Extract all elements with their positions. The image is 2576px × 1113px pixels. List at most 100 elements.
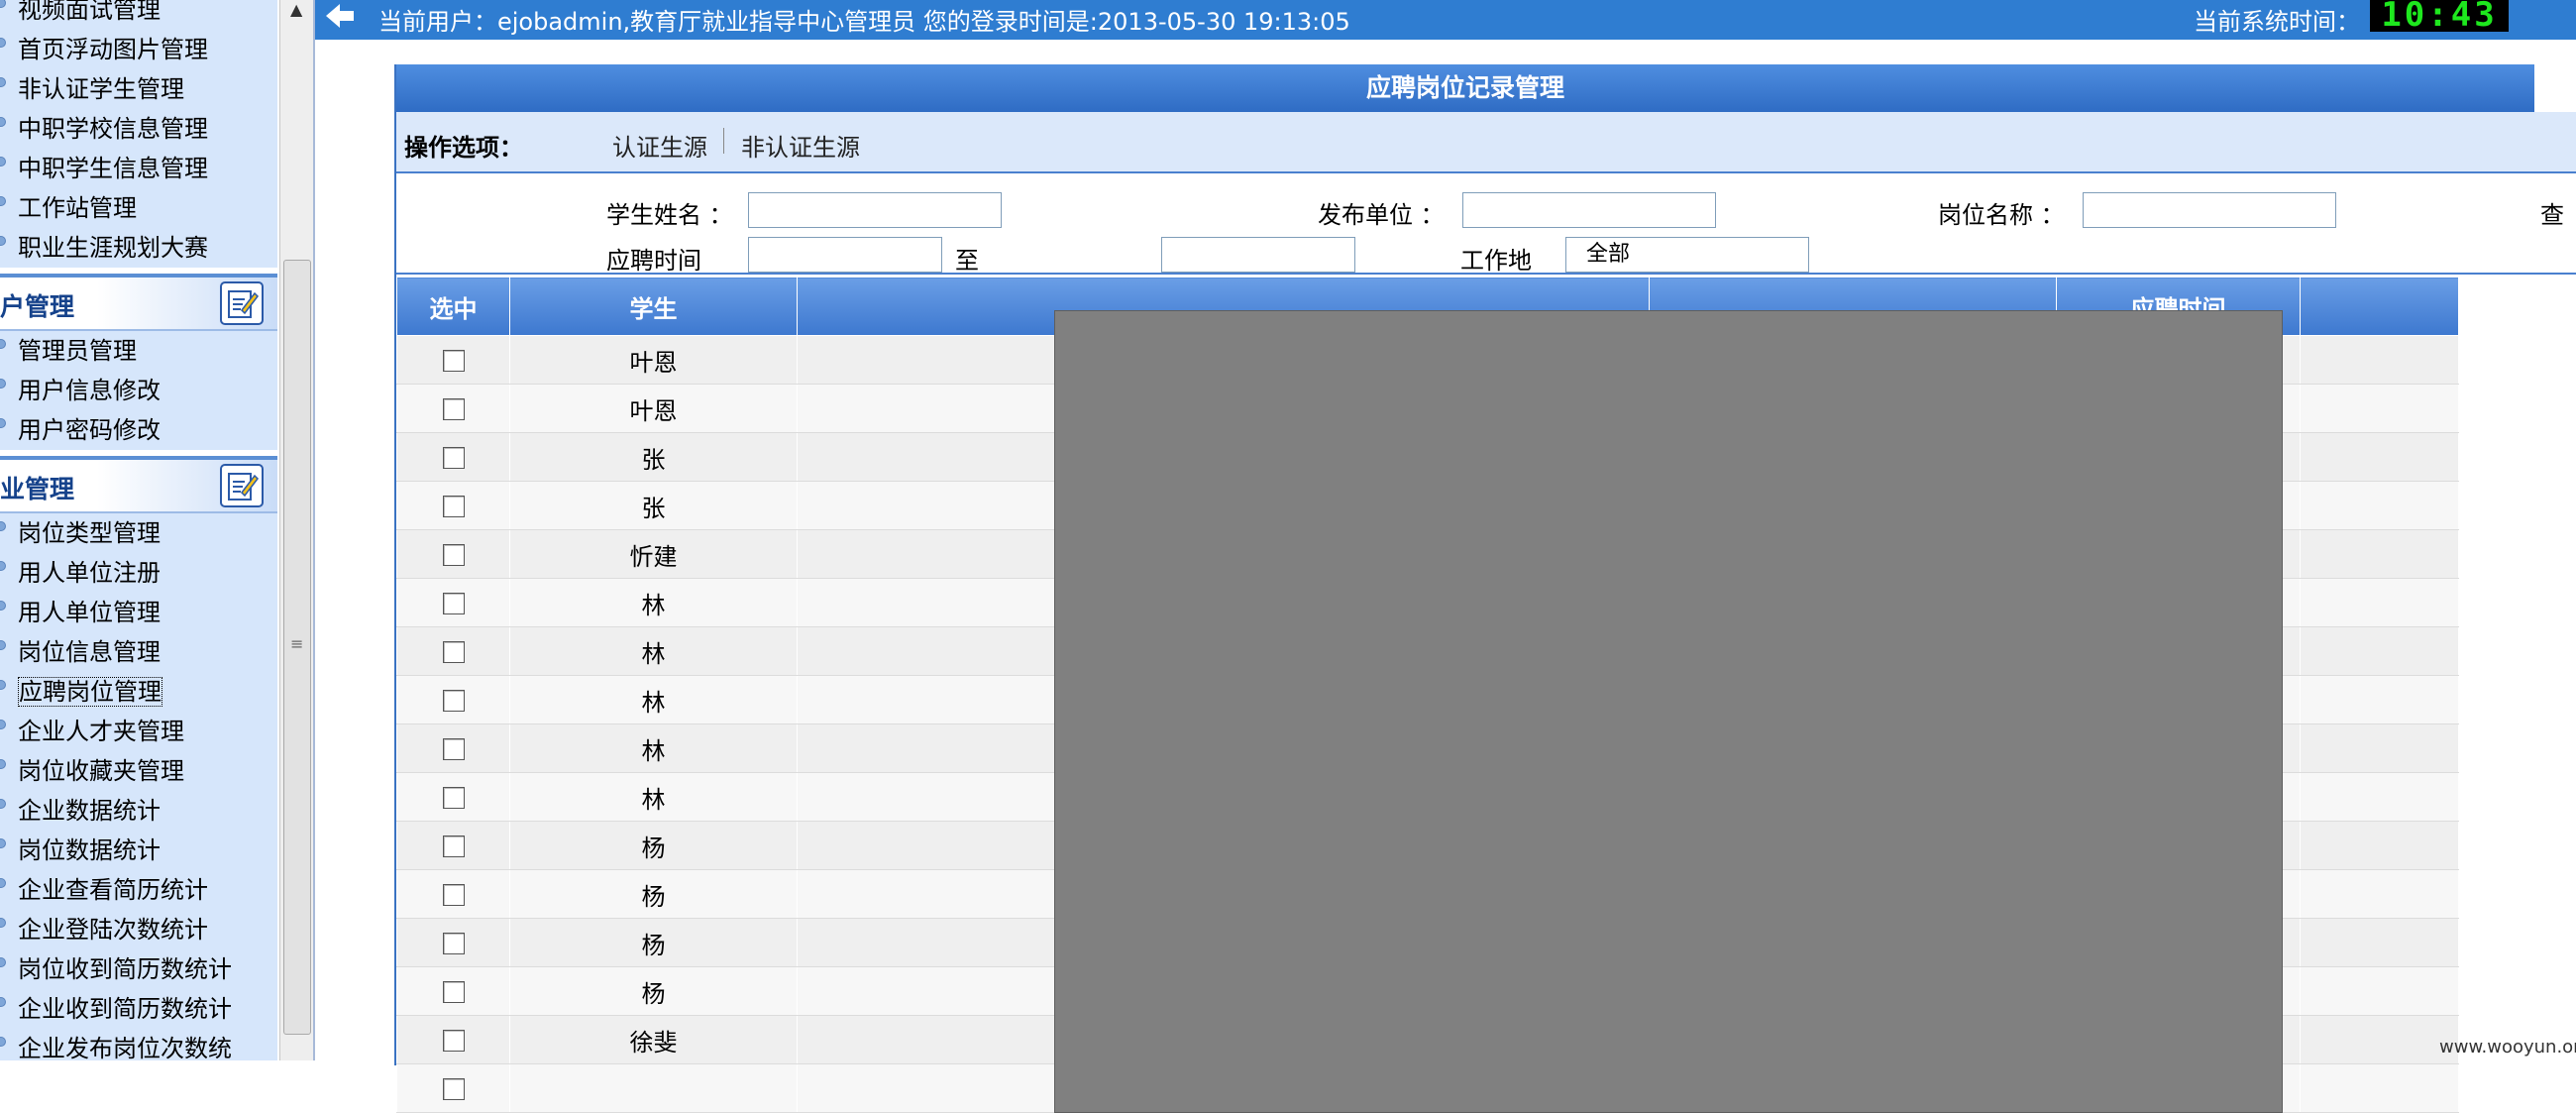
publisher-label: 发布单位 ：	[1318, 201, 1445, 229]
menu-item-label: 管理员管理	[18, 337, 137, 365]
menu-item-label: 用户密码修改	[18, 416, 161, 444]
menu-group-user: 管理员管理 用户信息修改 用户密码修改	[0, 331, 277, 450]
group-header-user[interactable]: 户管理	[0, 274, 277, 331]
menu-item-label: 企业登陆次数统计	[18, 916, 208, 944]
row-checkbox[interactable]	[396, 335, 510, 385]
menu-item[interactable]: 中职学校信息管理	[0, 109, 277, 149]
menu-item[interactable]: 中职学生信息管理	[0, 149, 277, 188]
menu-item[interactable]: 企业发布岗位次数统	[0, 1029, 277, 1060]
gray-overlay	[1054, 310, 2283, 1113]
menu-item[interactable]: 视频面试管理	[0, 0, 277, 30]
header-extra	[2300, 277, 2459, 336]
menu-item-label: 应聘岗位管理	[18, 677, 162, 707]
sidebar: 视频面试管理 首页浮动图片管理 非认证学生管理 中职学校信息管理 中职学生信息管…	[0, 0, 277, 1060]
menu-item[interactable]: 企业收到简历数统计	[0, 989, 277, 1029]
row-checkbox[interactable]	[396, 1063, 510, 1113]
menu-item-label: 首页浮动图片管理	[18, 36, 208, 63]
row-select-checkbox[interactable]	[442, 738, 465, 760]
row-checkbox[interactable]	[396, 772, 510, 822]
student-name-cell: 林	[509, 723, 798, 773]
menu-item[interactable]: 岗位收藏夹管理	[0, 751, 277, 791]
position-name-input[interactable]	[2083, 192, 2336, 228]
student-name-cell: 林	[509, 578, 798, 627]
sidebar-scrollbar[interactable]: ▲ ≡	[279, 0, 315, 1060]
row-select-checkbox[interactable]	[442, 350, 465, 372]
row-select-checkbox[interactable]	[442, 398, 465, 420]
scroll-up-icon[interactable]: ▲	[290, 0, 302, 19]
student-name-cell: 林	[509, 772, 798, 822]
header-select[interactable]: 选中	[396, 277, 510, 336]
row-checkbox[interactable]	[396, 918, 510, 967]
row-checkbox[interactable]	[396, 1015, 510, 1064]
row-checkbox[interactable]	[396, 384, 510, 433]
group-title: 业管理	[0, 475, 75, 503]
student-name-input[interactable]	[748, 192, 1002, 228]
apply-time-end-input[interactable]	[1161, 237, 1355, 273]
menu-group-top: 视频面试管理 首页浮动图片管理 非认证学生管理 中职学校信息管理 中职学生信息管…	[0, 0, 277, 268]
group-header-enterprise[interactable]: 业管理	[0, 456, 277, 513]
row-checkbox[interactable]	[396, 723, 510, 773]
menu-item-selected[interactable]: 应聘岗位管理	[0, 672, 277, 712]
row-select-checkbox[interactable]	[442, 544, 465, 566]
menu-item[interactable]: 用人单位管理	[0, 593, 277, 632]
row-select-checkbox[interactable]	[442, 1078, 465, 1100]
menu-item-label: 岗位数据统计	[18, 836, 161, 864]
row-checkbox[interactable]	[396, 675, 510, 724]
apply-time-label: 应聘时间	[606, 247, 701, 275]
row-checkbox[interactable]	[396, 626, 510, 676]
query-button[interactable]: 查	[2540, 195, 2564, 230]
work-location-select[interactable]: 全部	[1565, 237, 1809, 273]
menu-item[interactable]: 工作站管理	[0, 188, 277, 228]
menu-item[interactable]: 岗位信息管理	[0, 632, 277, 672]
menu-item[interactable]: 岗位数据统计	[0, 831, 277, 870]
header-student[interactable]: 学生	[509, 277, 798, 336]
menu-item[interactable]: 企业人才夹管理	[0, 712, 277, 751]
row-checkbox[interactable]	[396, 529, 510, 579]
menu-item[interactable]: 管理员管理	[0, 331, 277, 371]
position-name-label: 岗位名称 ：	[1938, 201, 2065, 229]
grip-icon: ≡	[290, 634, 304, 653]
row-checkbox[interactable]	[396, 966, 510, 1016]
row-select-checkbox[interactable]	[442, 690, 465, 712]
menu-item-label: 用户信息修改	[18, 377, 161, 404]
menu-item[interactable]: 岗位收到简历数统计	[0, 949, 277, 989]
menu-item[interactable]: 用人单位注册	[0, 553, 277, 593]
row-select-checkbox[interactable]	[442, 593, 465, 614]
publisher-input[interactable]	[1462, 192, 1716, 228]
extra-cell	[2300, 918, 2459, 967]
student-name-cell: 杨	[509, 821, 798, 870]
system-clock: 10:43	[2370, 0, 2509, 32]
work-location-label: 工作地	[1460, 247, 1532, 275]
row-checkbox[interactable]	[396, 432, 510, 482]
menu-item[interactable]: 首页浮动图片管理	[0, 30, 277, 69]
row-select-checkbox[interactable]	[442, 447, 465, 469]
menu-item[interactable]: 用户信息修改	[0, 371, 277, 410]
apply-time-start-input[interactable]	[748, 237, 942, 273]
row-checkbox[interactable]	[396, 578, 510, 627]
menu-item[interactable]: 企业数据统计	[0, 791, 277, 831]
back-arrow-icon[interactable]	[323, 0, 357, 32]
menu-item[interactable]: 职业生涯规划大赛	[0, 228, 277, 268]
page-title: 应聘岗位记录管理	[396, 64, 2534, 112]
row-select-checkbox[interactable]	[442, 496, 465, 517]
student-name-cell: 徐斐	[509, 1015, 798, 1064]
row-checkbox[interactable]	[396, 821, 510, 870]
link-uncertified-source[interactable]: 非认证生源	[741, 128, 860, 163]
row-select-checkbox[interactable]	[442, 641, 465, 663]
extra-cell	[2300, 1015, 2459, 1064]
menu-item[interactable]: 岗位类型管理	[0, 513, 277, 553]
row-select-checkbox[interactable]	[442, 981, 465, 1003]
row-select-checkbox[interactable]	[442, 1030, 465, 1052]
row-select-checkbox[interactable]	[442, 787, 465, 809]
student-name-cell: 张	[509, 432, 798, 482]
row-select-checkbox[interactable]	[442, 884, 465, 906]
row-select-checkbox[interactable]	[442, 835, 465, 857]
menu-item[interactable]: 企业登陆次数统计	[0, 910, 277, 949]
row-select-checkbox[interactable]	[442, 933, 465, 954]
link-certified-source[interactable]: 认证生源	[612, 128, 707, 163]
row-checkbox[interactable]	[396, 481, 510, 530]
menu-item[interactable]: 非认证学生管理	[0, 69, 277, 109]
row-checkbox[interactable]	[396, 869, 510, 919]
menu-item[interactable]: 企业查看简历统计	[0, 870, 277, 910]
menu-item[interactable]: 用户密码修改	[0, 410, 277, 450]
